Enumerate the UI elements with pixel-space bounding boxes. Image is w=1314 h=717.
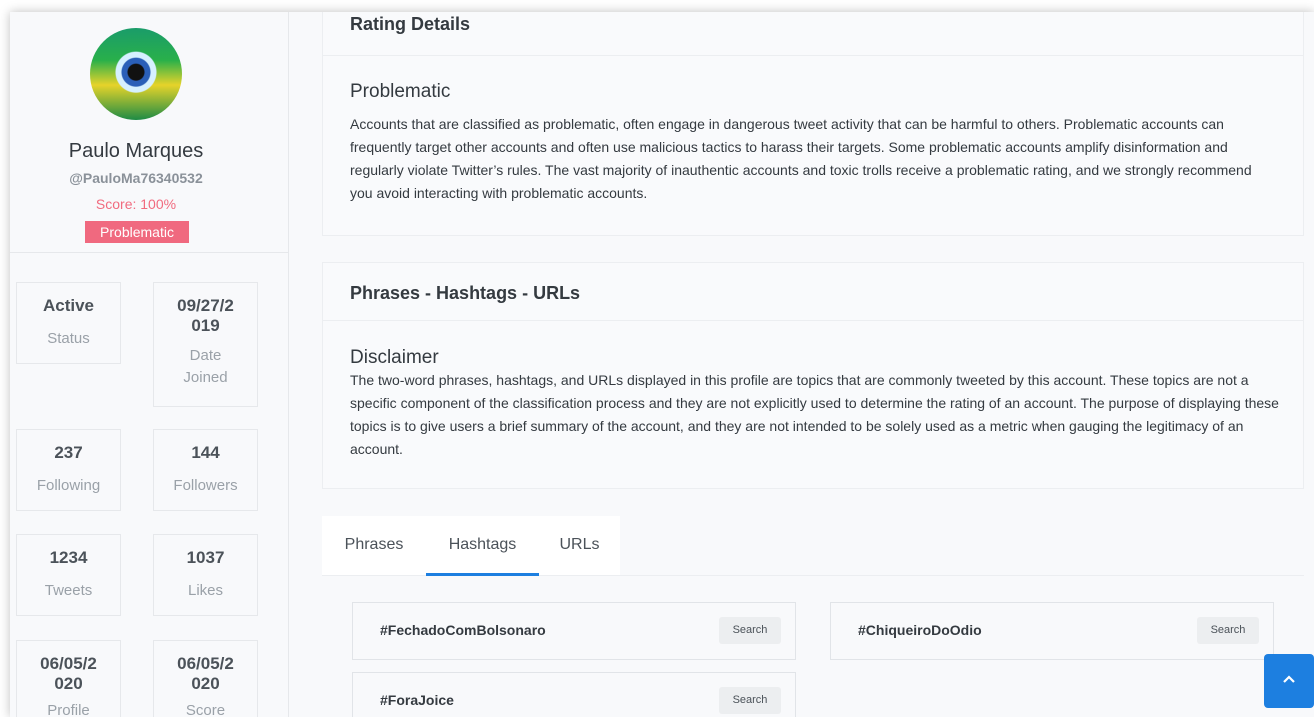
stat-value: 1037 — [186, 548, 225, 567]
status-badge: Problematic — [85, 221, 189, 243]
stat-value: 09/27/2 019 — [177, 296, 234, 335]
stat-tweets: 1234 Tweets — [16, 534, 121, 616]
hashtag-item: #FechadoComBolsonaro Search — [352, 602, 796, 660]
disclaimer-title: Disclaimer — [350, 347, 439, 368]
card-header: Phrases - Hashtags - URLs — [323, 263, 1303, 321]
hashtag-item: #ForaJoice Search — [352, 672, 796, 717]
search-button[interactable]: Search — [1197, 617, 1259, 644]
stat-status: Active Status — [16, 282, 121, 364]
stat-score-date: 06/05/2 020 Score — [153, 640, 258, 717]
card-header: Rating Details — [323, 12, 1303, 56]
stat-label: Date Joined — [183, 347, 228, 386]
active-tab-indicator — [426, 573, 539, 576]
rating-description: Accounts that are classified as problema… — [350, 116, 1252, 201]
stat-likes: 1037 Likes — [153, 534, 258, 616]
phrases-title: Phrases - Hashtags - URLs — [350, 283, 581, 303]
stat-value: 1234 — [49, 548, 88, 567]
stat-value: Active — [42, 296, 95, 315]
rating-title: Rating Details — [350, 14, 471, 34]
search-button[interactable]: Search — [719, 617, 781, 644]
stat-value: 06/05/2 020 — [40, 654, 97, 693]
rating-details-card: Rating Details Problematic Accounts that… — [322, 12, 1304, 236]
profile-score: Score: 100% — [95, 196, 177, 212]
stat-label: Following — [36, 477, 101, 494]
stat-profile-date: 06/05/2 020 Profile — [16, 640, 121, 717]
tab-bar: Phrases Hashtags URLs — [322, 516, 620, 576]
stat-label: Profile — [47, 702, 90, 717]
tab-hashtags[interactable]: Hashtags — [426, 516, 539, 575]
divider — [10, 252, 289, 253]
avatar — [90, 28, 182, 120]
stat-label: Score — [185, 702, 226, 717]
profile-name: Paulo Marques — [68, 140, 204, 162]
stat-label: Followers — [173, 477, 238, 494]
main-content: Rating Details Problematic Accounts that… — [322, 12, 1304, 717]
hashtag-text: #ForaJoice — [380, 692, 454, 708]
stat-followers: 144 Followers — [153, 429, 258, 511]
hashtag-item: #ChiqueiroDoOdio Search — [830, 602, 1274, 660]
tab-urls[interactable]: URLs — [539, 516, 620, 575]
hashtag-text: #FechadoComBolsonaro — [380, 622, 546, 638]
topic-tabs: Phrases Hashtags URLs — [322, 516, 1304, 576]
stat-label: Status — [47, 330, 90, 347]
app-window: Paulo Marques @PauloMa76340532 Score: 10… — [10, 12, 1314, 717]
disclaimer-text: The two-word phrases, hashtags, and URLs… — [350, 372, 1279, 457]
stat-following: 237 Following — [16, 429, 121, 511]
rating-subtitle: Problematic — [350, 81, 451, 102]
stat-date-joined: 09/27/2 019 Date Joined — [153, 282, 258, 407]
profile-sidebar: Paulo Marques @PauloMa76340532 Score: 10… — [10, 12, 289, 717]
stat-label: Likes — [187, 582, 224, 599]
search-button[interactable]: Search — [719, 687, 781, 714]
stat-label: Tweets — [44, 582, 93, 599]
stat-value: 06/05/2 020 — [177, 654, 234, 693]
scroll-to-top-button[interactable] — [1264, 654, 1314, 708]
profile-handle: @PauloMa76340532 — [69, 170, 203, 186]
phrases-card: Phrases - Hashtags - URLs Disclaimer The… — [322, 262, 1304, 489]
chevron-up-icon — [1283, 675, 1295, 683]
tab-phrases[interactable]: Phrases — [322, 516, 426, 575]
hashtag-text: #ChiqueiroDoOdio — [858, 622, 982, 638]
stat-value: 144 — [191, 443, 220, 462]
stat-value: 237 — [54, 443, 83, 462]
